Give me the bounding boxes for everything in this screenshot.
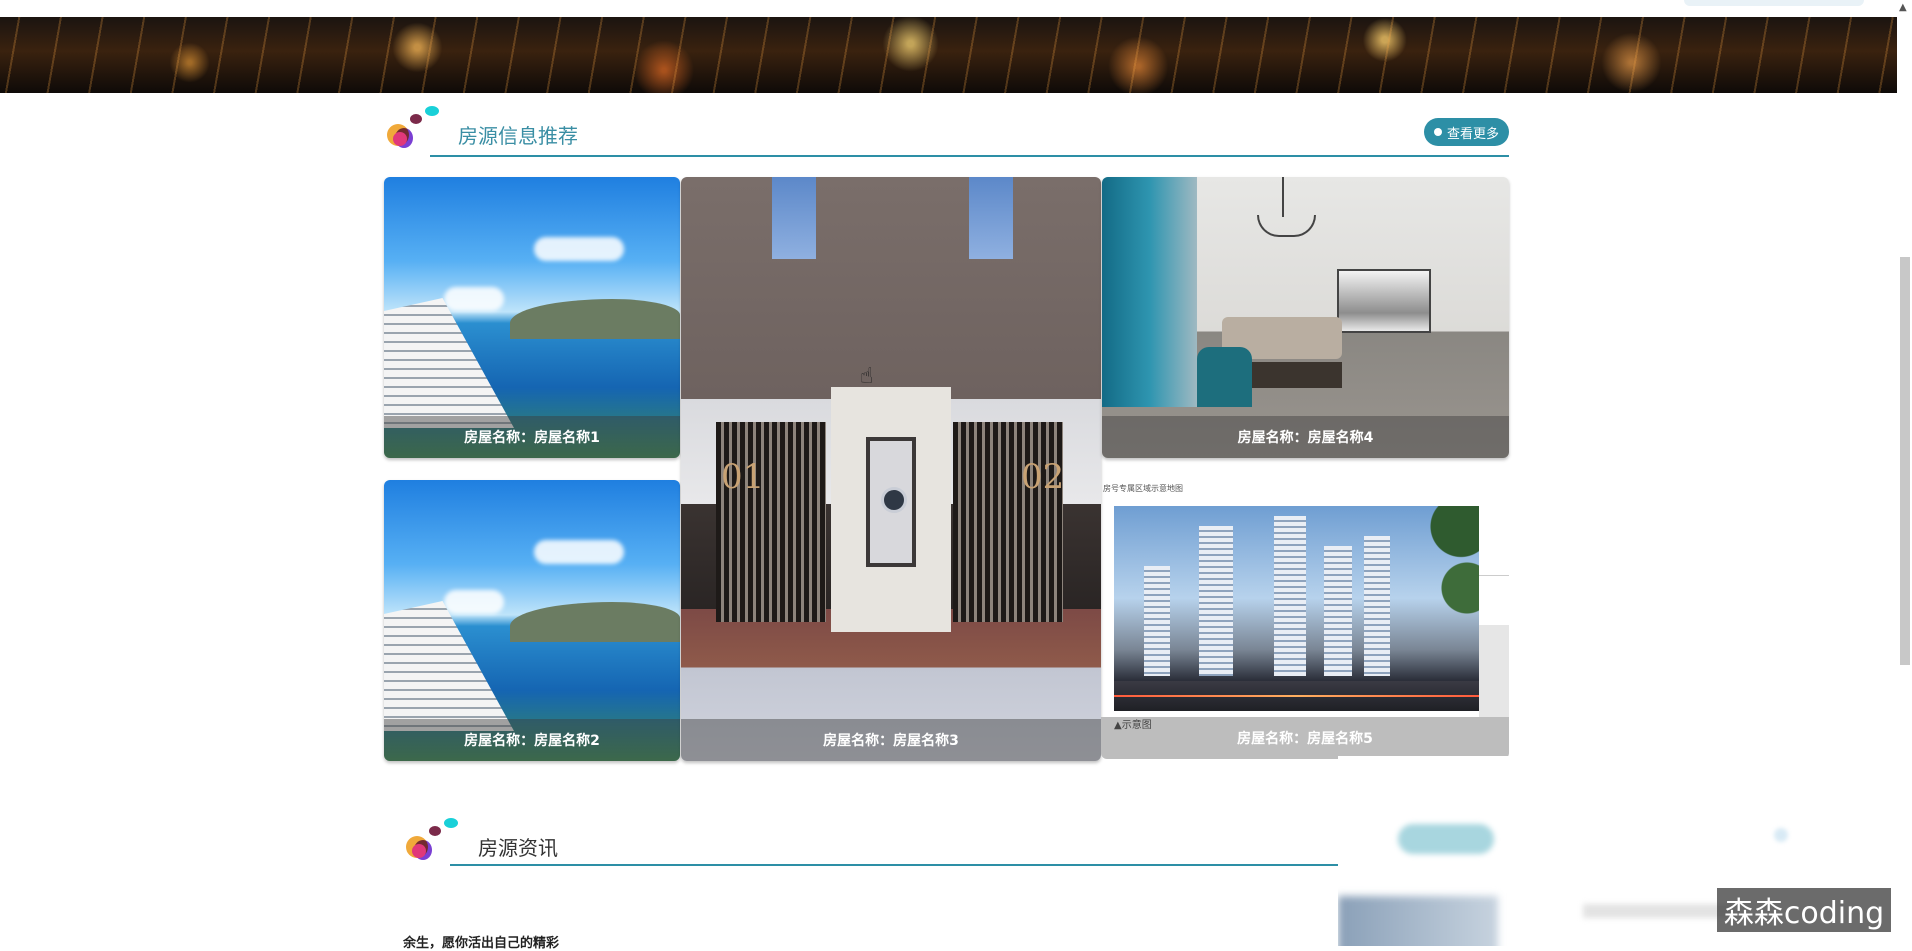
scrollbar-thumb[interactable] (1900, 257, 1910, 665)
blurred-image (1338, 896, 1498, 946)
house-card-5-caption[interactable]: 房屋名称：房屋名称5 (1101, 717, 1509, 759)
vertical-scrollbar[interactable]: ▲ (1897, 0, 1912, 946)
news-item-title[interactable]: 余生，愿你活出自己的精彩 (403, 932, 559, 951)
divider-line (1479, 575, 1509, 576)
side-gray-block (1479, 625, 1509, 720)
blurred-text (1583, 904, 1733, 918)
house-card-3-caption: 房屋名称：房屋名称3 (681, 719, 1101, 761)
house-card-3[interactable]: 01 02 房屋名称：房屋名称3 (681, 177, 1101, 761)
view-more-button[interactable]: 查看更多 (1424, 118, 1510, 146)
apartment-towers-image[interactable] (1114, 506, 1479, 711)
bubbles-logo-icon (402, 818, 458, 870)
house-card-2[interactable]: 房屋名称：房屋名称2 (384, 480, 680, 761)
hand-cursor-icon: ☝ (860, 364, 874, 389)
view-more-label: 查看更多 (1447, 126, 1500, 142)
house-card-4-caption: 房屋名称：房屋名称4 (1102, 416, 1509, 458)
blurred-button (1398, 824, 1494, 854)
house-card-2-caption: 房屋名称：房屋名称2 (384, 719, 680, 761)
watermark: 森森coding (1717, 888, 1891, 932)
embedded-image-note: 房号专属区域示意地图 (1103, 484, 1183, 493)
house-card-1-caption: 房屋名称：房屋名称1 (384, 416, 680, 458)
top-search-pill[interactable] (1684, 0, 1864, 6)
city-night-banner (0, 17, 1897, 93)
news-section-divider (450, 864, 1340, 866)
house-section-divider (430, 155, 1509, 157)
news-section-title: 房源资讯 (478, 836, 558, 860)
top-strip (0, 0, 1898, 17)
bubbles-logo-icon (383, 106, 439, 158)
house-card-1[interactable]: 房屋名称：房屋名称1 (384, 177, 680, 458)
scroll-up-arrow-icon[interactable]: ▲ (1899, 2, 1907, 13)
embedded-image-caption: ▲示意图 (1114, 720, 1152, 731)
house-card-4[interactable]: 房屋名称：房屋名称4 (1102, 177, 1509, 458)
dot-icon (1434, 128, 1442, 136)
house-section-title: 房源信息推荐 (458, 124, 578, 148)
blurred-dot (1774, 828, 1788, 842)
